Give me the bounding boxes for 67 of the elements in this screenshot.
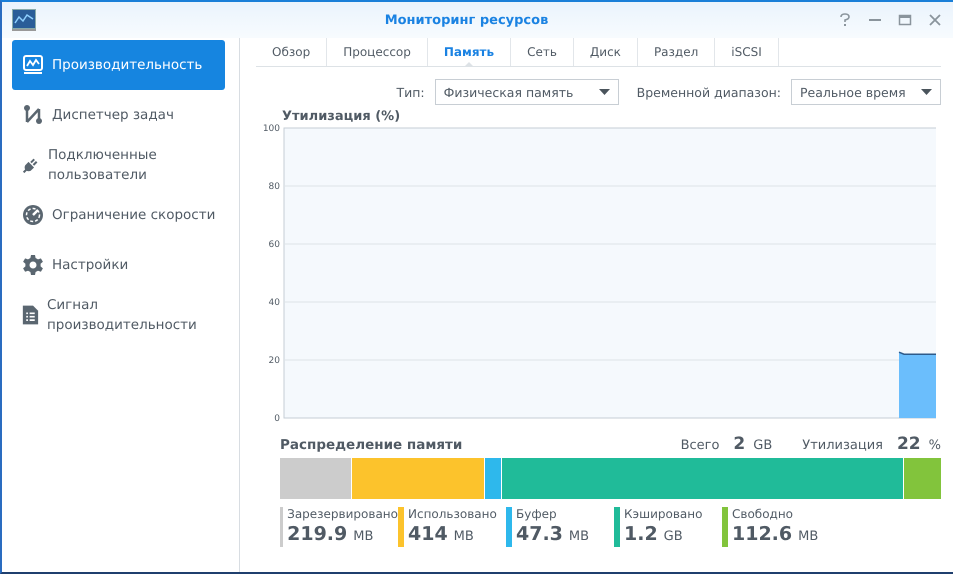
legend-unit: MB: [353, 529, 374, 544]
window-title: Мониторинг ресурсов: [384, 12, 550, 28]
legend-value: 47.3: [516, 523, 563, 545]
legend-value: 112.6: [732, 523, 792, 545]
y-tick-label: 40: [268, 298, 280, 308]
chart-title: Утилизация (%): [282, 109, 402, 124]
y-tick-label: 60: [268, 240, 280, 250]
y-tick-label: 0: [274, 414, 280, 422]
tab[interactable]: Процессор: [327, 38, 428, 66]
tab[interactable]: Диск: [574, 38, 638, 66]
utilization-value: 22: [896, 434, 921, 454]
filter-label: Временной диапазон:: [636, 84, 781, 100]
legend-label: Зарезервировано: [287, 507, 398, 521]
sidebar-item-label: Подключенные пользователи: [48, 146, 158, 185]
dropdown[interactable]: Реальное время: [791, 79, 941, 105]
legend-label: Кэшировано: [624, 507, 702, 521]
tab[interactable]: Раздел: [638, 38, 716, 66]
dropdown[interactable]: Физическая память: [434, 79, 619, 105]
legend-label: Буфер: [516, 507, 558, 521]
sidebar-item-label: Настройки: [52, 256, 128, 275]
caret-icon: [921, 89, 932, 95]
legend-label: Свободно: [732, 507, 794, 521]
sidebar-item[interactable]: Диспетчер задач: [12, 90, 225, 140]
sidebar-item-label: Диспетчер задач: [52, 106, 174, 125]
y-tick-label: 20: [268, 356, 280, 366]
caret-icon: [598, 89, 610, 95]
total-label: Всего: [680, 438, 720, 453]
sidebar-item-label: Производительность: [52, 56, 202, 75]
legend-value: 414: [408, 523, 448, 545]
y-tick-label: 80: [268, 182, 280, 192]
tab[interactable]: iSCSI: [715, 38, 779, 66]
sidebar-item[interactable]: Сигнал производительности: [12, 290, 225, 340]
help-icon: [839, 13, 851, 27]
close-icon: [928, 13, 942, 27]
settings-icon: [22, 254, 44, 276]
tab[interactable]: Память: [428, 38, 512, 66]
utilization-unit: %: [928, 438, 941, 453]
sidebar-item-label: Сигнал производительности: [46, 296, 198, 335]
section-title: Распределение памяти: [280, 437, 462, 453]
legend-label: Использовано: [408, 507, 497, 521]
sidebar-item[interactable]: Подключенные пользователи: [12, 140, 225, 190]
gauge-icon: [22, 204, 44, 226]
legend-unit: MB: [568, 529, 590, 544]
sidebar-item[interactable]: Производительность: [12, 40, 225, 90]
utilization-label: Утилизация: [802, 438, 883, 453]
nodes-icon: [22, 104, 44, 126]
chart-monitor-icon: [22, 54, 44, 76]
total-value: 2: [733, 434, 746, 454]
legend-unit: MB: [798, 529, 818, 544]
filter-label: Тип:: [396, 84, 425, 100]
legend-unit: MB: [454, 529, 474, 544]
legend-unit: GB: [664, 529, 683, 544]
total-unit: GB: [753, 438, 772, 453]
tab[interactable]: Обзор: [256, 38, 328, 66]
close-button[interactable]: [927, 12, 943, 28]
sidebar-item-label: Ограничение скорости: [52, 206, 216, 225]
y-tick-label: 100: [262, 124, 280, 134]
document-list-icon: [22, 303, 39, 327]
app-chart-icon: [12, 9, 36, 31]
maximize-button[interactable]: [897, 12, 913, 28]
sidebar-item[interactable]: Ограничение скорости: [12, 190, 225, 240]
legend-value: 219.9: [287, 523, 348, 545]
legend-value: 1.2: [624, 523, 658, 545]
utilization-area-drawing: [898, 352, 936, 418]
tab[interactable]: Сеть: [511, 38, 574, 66]
sidebar-item[interactable]: Настройки: [12, 240, 225, 290]
maximize-icon: [898, 13, 912, 27]
